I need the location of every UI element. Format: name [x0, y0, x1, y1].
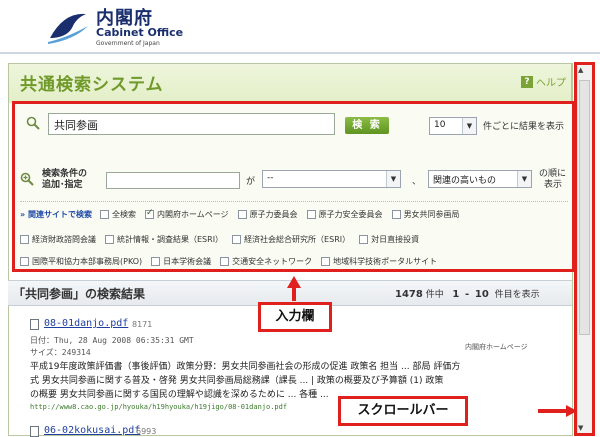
logo-subtitle: Government of Japan: [96, 40, 160, 47]
system-title: 共通検索システム: [20, 75, 164, 95]
help-link[interactable]: ? ヘルプ: [521, 74, 566, 89]
logo-english-name: Cabinet Office: [96, 26, 184, 39]
scrollbar-highlight: [574, 62, 595, 436]
site-header: 内閣府 Cabinet Office Government of Japan: [0, 0, 600, 52]
result-snippet-1-line3: の概要 男女共同参画に関する国民の理解や認識を深めるために ... 各種 ...: [30, 390, 329, 400]
document-icon: [30, 319, 39, 330]
result-snippet-1-line1: 平成19年度政策評価書（事後評価）政策分野：男女共同参画社会の形成の促進 政策名…: [30, 362, 461, 372]
cabinet-office-logo-icon[interactable]: [46, 8, 90, 46]
result-url-1[interactable]: http://www8.cao.go.jp/hyouka/h19hyouka/h…: [30, 403, 287, 411]
input-area-annotation: 入力欄: [258, 302, 332, 332]
result-date-1: 日付：Thu, 28 Aug 2008 06:35:31 GMT: [30, 336, 194, 345]
results-count: 1478 件中 1 - 10 件目を表示: [395, 289, 540, 300]
result-link-1[interactable]: 08-01danjo.pdf: [44, 318, 128, 329]
result-snippet-1-line2: 式 男女共同参画に関する普及・啓発 男女共同参画局総務課（課長 ... | 政策…: [30, 376, 444, 386]
result-number-2: 6993: [136, 427, 157, 436]
arrow-stem: [538, 409, 568, 413]
result-source-1: 内閣府ホームページ: [465, 343, 528, 351]
result-link-2[interactable]: 06-02kokusai.pdf: [44, 425, 140, 436]
scrollbar-annotation: スクロールバー: [338, 396, 468, 426]
document-icon: [30, 426, 39, 437]
header-divider: [0, 52, 600, 54]
help-label: ヘルプ: [536, 78, 566, 89]
result-number-1: 8171: [132, 320, 153, 329]
help-icon: ?: [521, 75, 533, 88]
arrow-right-icon: [566, 405, 577, 417]
arrow-stem: [292, 287, 296, 301]
result-size-1: サイズ：249314: [30, 348, 91, 357]
input-area-highlight: [12, 101, 575, 272]
results-title: 「共同参画」の検索結果: [13, 287, 146, 301]
